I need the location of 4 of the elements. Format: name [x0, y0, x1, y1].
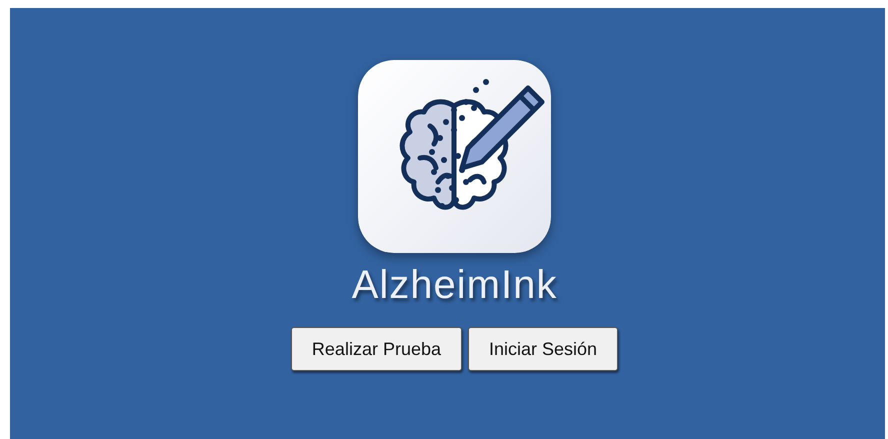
app-title: AlzheimInk [352, 262, 558, 309]
action-button[interactable]: Iniciar Sesión [468, 327, 618, 371]
action-button[interactable]: Realizar Prueba [290, 327, 462, 371]
brain-pencil-logo-icon [358, 60, 551, 253]
